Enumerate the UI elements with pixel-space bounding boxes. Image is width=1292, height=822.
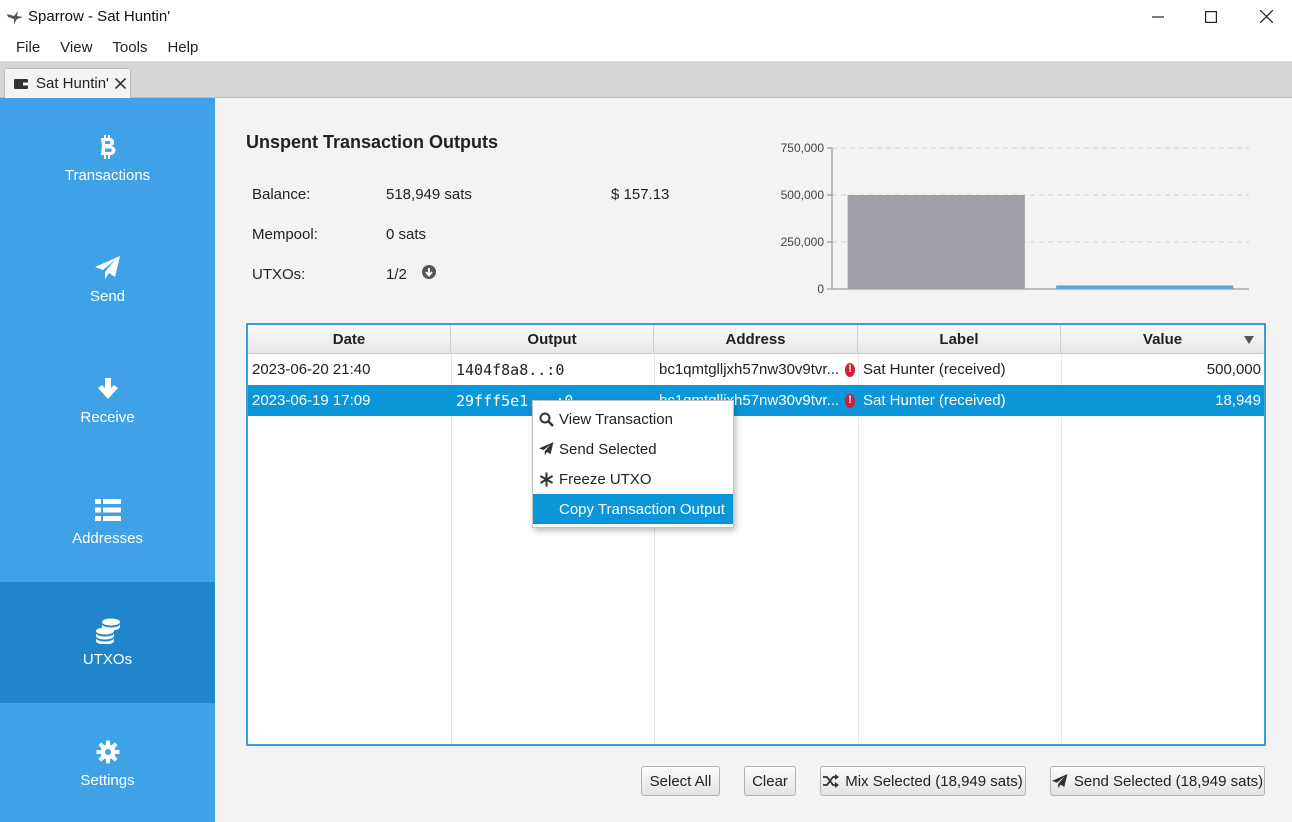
cell-label: Sat Hunter (received) [863, 361, 1006, 378]
menu-item-view-transaction[interactable]: View Transaction [533, 404, 733, 434]
column-header-label[interactable]: Label [858, 325, 1061, 354]
balance-fiat-value: $ 157.13 [611, 186, 670, 203]
expand-down-icon[interactable] [422, 265, 436, 279]
menu-item-label: View Transaction [559, 410, 673, 428]
cell-output: 1404f8a8..:0 [456, 360, 565, 379]
column-header-date[interactable]: Date [248, 325, 451, 354]
menu-view[interactable]: View [50, 39, 102, 56]
chart-tick-label: 0 [817, 282, 824, 296]
sidebar-item-transactions[interactable]: Transactions [0, 98, 215, 219]
sidebar-item-receive[interactable]: Receive [0, 340, 215, 461]
sidebar-item-addresses[interactable]: Addresses [0, 461, 215, 582]
sidebar-item-send[interactable]: Send [0, 219, 215, 340]
table-row-selected[interactable]: 2023-06-19 17:09 29fff5e1...:0 bc1qmtgll… [248, 385, 1264, 416]
chart-tick-label: 500,000 [781, 188, 825, 202]
cell-date: 2023-06-20 21:40 [252, 361, 371, 378]
menu-item-label: Send Selected [559, 440, 657, 458]
sparrow-logo-icon [7, 10, 23, 24]
column-header-output[interactable]: Output [451, 325, 654, 354]
tab-wallet[interactable]: Sat Huntin' [4, 68, 131, 98]
cell-value: 18,949 [1215, 392, 1261, 409]
context-menu: View Transaction Send Selected Freeze UT… [532, 400, 734, 528]
warning-icon: ! [845, 393, 855, 408]
sidebar-item-label: Receive [80, 409, 135, 426]
send-selected-label: Send Selected (18,949 sats) [1073, 772, 1264, 790]
send-selected-button[interactable]: Send Selected (18,949 sats) [1050, 766, 1265, 796]
cell-date: 2023-06-19 17:09 [252, 392, 371, 409]
shuffle-icon [823, 774, 840, 788]
bitcoin-icon [100, 135, 115, 159]
sidebar: Transactions Send Receive Addresses UTXO… [0, 98, 215, 822]
sidebar-item-label: Transactions [64, 167, 151, 184]
clear-button[interactable]: Clear [744, 766, 796, 796]
menu-item-label: Copy Transaction Output [559, 500, 725, 518]
menu-item-send-selected[interactable]: Send Selected [533, 434, 733, 464]
paper-plane-icon [94, 256, 120, 279]
menu-bar: File View Tools Help [0, 33, 1292, 62]
sort-descending-icon [1244, 336, 1254, 344]
maximize-button[interactable] [1183, 0, 1239, 33]
list-icon [94, 499, 121, 521]
search-icon [539, 412, 554, 427]
select-all-button[interactable]: Select All [641, 766, 720, 796]
wallet-icon [14, 78, 28, 89]
mempool-label: Mempool: [252, 226, 318, 243]
utxo-table: Date Output Address Label Value 2023-06-… [246, 323, 1266, 746]
warning-icon: ! [845, 362, 855, 377]
balance-value: 518,949 sats [386, 186, 472, 203]
cell-label: Sat Hunter (received) [863, 392, 1006, 409]
chart-tick-label: 250,000 [781, 235, 825, 249]
column-header-value[interactable]: Value [1061, 325, 1264, 354]
paper-plane-icon [538, 442, 553, 456]
sidebar-item-label: Addresses [72, 530, 143, 547]
minimize-button[interactable] [1130, 0, 1186, 33]
cell-address: bc1qmtglljxh57nw30v9tvr... ! [659, 354, 855, 385]
mempool-value: 0 sats [386, 226, 427, 243]
menu-item-label: Freeze UTXO [559, 470, 652, 488]
cell-address-text: bc1qmtglljxh57nw30v9tvr... [659, 361, 840, 378]
column-header-value-label: Value [1142, 331, 1183, 348]
sidebar-item-utxos[interactable]: UTXOs [0, 582, 215, 703]
utxos-label: UTXOs: [252, 266, 306, 283]
tab-label: Sat Huntin' [36, 75, 109, 92]
sidebar-item-label: Send [89, 288, 126, 305]
window-title: Sparrow - Sat Huntin' [28, 8, 171, 25]
maximize-icon [1205, 10, 1217, 23]
mix-selected-button[interactable]: Mix Selected (18,949 sats) [820, 766, 1026, 796]
table-row[interactable]: 2023-06-20 21:40 1404f8a8..:0 bc1qmtgllj… [248, 354, 1264, 385]
utxos-panel: Unspent Transaction Outputs Balance: 518… [215, 98, 1292, 822]
coins-icon [95, 618, 120, 644]
chart-bar-2 [1056, 285, 1234, 289]
cell-value: 500,000 [1206, 361, 1261, 378]
menu-file[interactable]: File [6, 39, 50, 56]
gear-icon [96, 740, 119, 764]
column-header-address[interactable]: Address [654, 325, 858, 354]
arrow-down-icon [97, 378, 118, 399]
utxo-value-chart: 0 250,000 500,000 750,000 [781, 141, 1249, 296]
paper-plane-icon [1051, 773, 1068, 788]
menu-item-freeze-utxo[interactable]: Freeze UTXO [533, 464, 733, 494]
sidebar-item-label: UTXOs [82, 651, 133, 668]
table-header: Date Output Address Label Value [248, 325, 1264, 354]
close-icon [114, 78, 126, 89]
snowflake-icon [539, 472, 553, 486]
menu-item-copy-transaction-output[interactable]: Copy Transaction Output [533, 494, 733, 524]
menu-tools[interactable]: Tools [102, 39, 157, 56]
chart-tick-label: 750,000 [781, 141, 825, 155]
tab-strip: Sat Huntin' [0, 62, 1292, 98]
chart-bar-1 [847, 195, 1025, 289]
utxos-value: 1/2 [386, 266, 407, 283]
menu-help[interactable]: Help [157, 39, 208, 56]
sidebar-item-settings[interactable]: Settings [0, 703, 215, 822]
balance-label: Balance: [252, 186, 311, 203]
close-icon [1259, 10, 1273, 23]
close-window-button[interactable] [1238, 0, 1292, 33]
title-bar: Sparrow - Sat Huntin' [0, 0, 1292, 33]
sidebar-item-label: Settings [80, 772, 135, 789]
minimize-icon [1152, 15, 1164, 18]
page-title: Unspent Transaction Outputs [246, 132, 499, 152]
tab-close-button[interactable] [114, 78, 126, 89]
mix-selected-label: Mix Selected (18,949 sats) [845, 772, 1023, 790]
